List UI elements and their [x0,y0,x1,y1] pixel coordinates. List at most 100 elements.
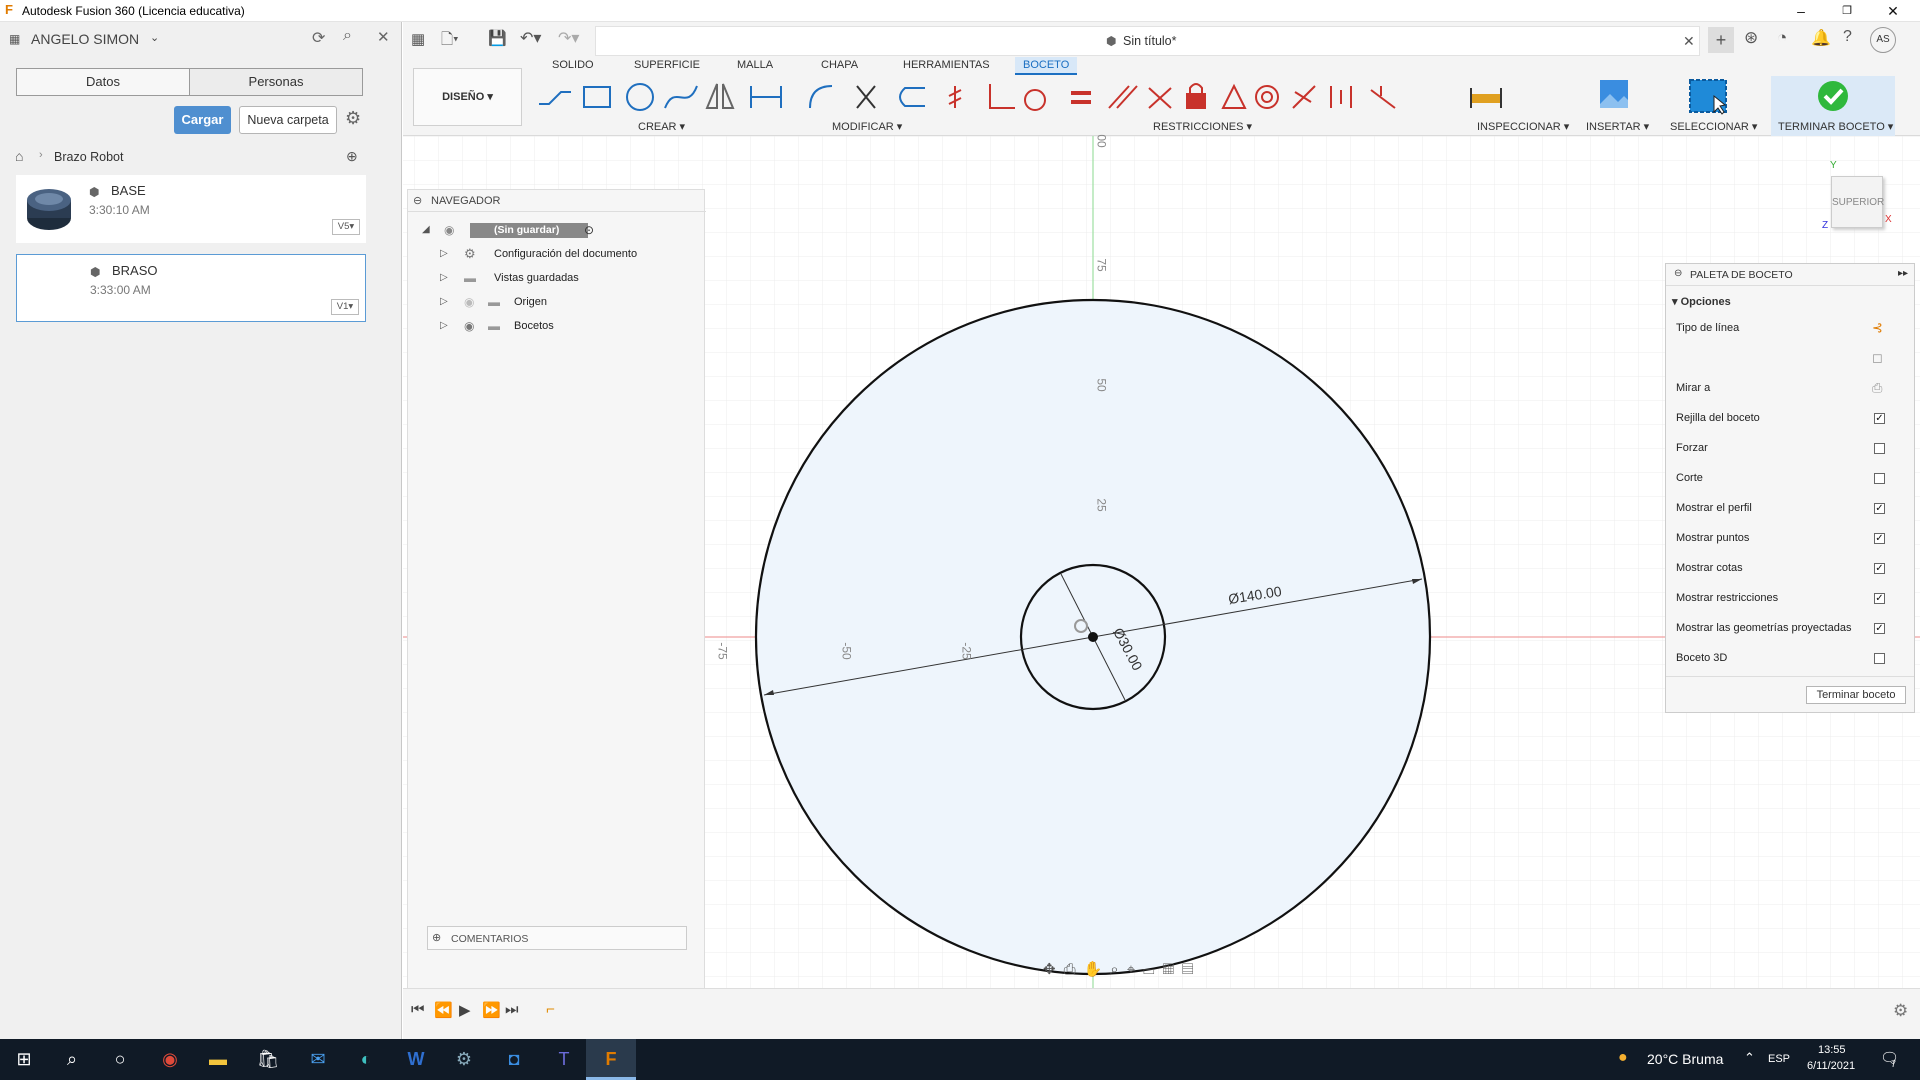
breadcrumb[interactable]: Brazo Robot [54,150,123,164]
avatar[interactable]: AS [1870,27,1896,53]
collapse-icon[interactable]: ⊖ [1674,268,1682,279]
chrome-icon[interactable]: ◉ [146,1039,194,1080]
comments-panel[interactable]: ⊕ COMENTARIOS [427,926,687,950]
palette-checkbox[interactable]: ✓ [1874,593,1885,604]
notification-center-icon[interactable]: 🗨 [1880,1049,1899,1067]
new-folder-button[interactable]: Nueva carpeta [239,106,337,134]
expand-palette-icon[interactable]: ▸▸ [1898,268,1908,279]
weather-text[interactable]: 20°C Bruma [1647,1051,1723,1067]
chevron-up-icon[interactable]: ⌃ [1744,1050,1755,1066]
job-status-icon[interactable]: ◔ [1777,28,1787,48]
navigator-root[interactable]: ◢ ◉ (Sin guardar) ⊙ [408,218,706,242]
fusion-taskbar-icon[interactable]: F [586,1039,636,1080]
eye-icon[interactable]: ◉ [464,314,474,338]
word-icon[interactable]: W [392,1039,440,1080]
notifications-icon[interactable]: 🔔 [1811,28,1831,48]
file-menu-icon[interactable]: 🗋▾ [441,29,459,54]
restore-button[interactable]: ❐ [1824,0,1870,22]
store-icon[interactable]: 🛍 [244,1039,292,1080]
navigator-item[interactable]: ▷ ▬ Vistas guardadas [408,266,706,290]
step-back-icon[interactable]: ⏪ [434,1001,453,1019]
viewports-icon[interactable]: ▤ [1182,961,1201,978]
expand-icon[interactable]: ▷ [440,242,448,266]
mail-icon[interactable]: ✉ [294,1039,342,1080]
palette-checkbox[interactable]: ✓ [1874,623,1885,634]
look-at-icon[interactable]: ⎙ [1872,380,1882,396]
timeline-settings-icon[interactable]: ⚙ [1893,1001,1908,1021]
tab-datos[interactable]: Datos [16,68,190,96]
fit-icon[interactable]: ⌖ [1127,961,1143,978]
zoom-app-icon[interactable]: ◘ [490,1039,538,1080]
options-section[interactable]: ▾ Opciones [1672,295,1731,308]
line-type-icon[interactable]: ⊰ [1872,320,1883,336]
group-terminar-boceto[interactable]: TERMINAR BOCETO ▾ [1778,120,1893,133]
extensions-icon[interactable]: ⊛ [1744,28,1758,48]
search-icon[interactable]: ⌕ [343,27,352,45]
select-icon[interactable] [1688,78,1730,116]
cortana-icon[interactable]: ○ [96,1039,144,1080]
navigator-item[interactable]: ▷ ◉ ▬ Origen [408,290,706,314]
measure-icon[interactable] [1468,80,1508,116]
search-icon[interactable]: ⌕ [48,1039,96,1080]
chevron-down-icon[interactable]: ⌄ [150,31,159,44]
user-name[interactable]: ANGELO SIMON [31,31,139,47]
palette-checkbox[interactable] [1874,473,1885,484]
group-seleccionar[interactable]: SELECCIONAR ▾ [1670,120,1757,133]
pan-icon[interactable]: ✋ [1084,961,1111,978]
close-tab-icon[interactable]: ✕ [1683,33,1695,50]
grid-apps-icon[interactable]: ▦ [9,32,20,46]
play-icon[interactable]: ▶ [459,1001,471,1019]
workspace-dropdown[interactable]: DISEÑO ▾ [413,68,522,126]
edge-icon[interactable]: ◐ [342,1039,390,1080]
palette-checkbox[interactable] [1874,443,1885,454]
eye-icon[interactable]: ◉ [444,218,454,242]
grid-icon[interactable]: ▦ [1163,961,1182,978]
tab-herramientas[interactable]: HERRAMIENTAS [903,59,990,71]
palette-checkbox[interactable]: ✓ [1874,533,1885,544]
clock-time[interactable]: 13:55 [1818,1044,1846,1056]
step-forward-icon[interactable]: ⏩ [482,1001,501,1019]
palette-checkbox[interactable]: ✓ [1874,563,1885,574]
tab-superficie[interactable]: SUPERFICIE [634,59,700,71]
group-inspeccionar[interactable]: INSPECCIONAR ▾ [1477,120,1569,133]
timeline-sketch-icon[interactable]: ⌐ [546,1001,555,1018]
refresh-icon[interactable]: ⟳ [312,28,325,48]
tab-chapa[interactable]: CHAPA [821,59,858,71]
close-panel-icon[interactable]: ✕ [377,28,390,46]
collapse-icon[interactable]: ⊖ [413,194,422,207]
data-panel-toggle-icon[interactable]: ▦ [411,30,425,48]
expand-icon[interactable]: ▷ [440,266,448,290]
look-at-icon[interactable]: ⎙ [1064,961,1084,978]
view-cube[interactable]: SUPERIOR [1831,176,1884,228]
finish-sketch-palette-button[interactable]: Terminar boceto [1806,686,1906,704]
go-to-end-icon[interactable]: ⏭ [505,1001,519,1018]
minimize-button[interactable]: – [1778,0,1824,22]
new-tab-button[interactable]: + [1708,27,1734,53]
file-explorer-icon[interactable]: ▬ [194,1039,242,1080]
undo-icon[interactable]: ↶▾ [520,28,541,48]
orbit-icon[interactable]: ✥ [1043,961,1064,978]
version-badge[interactable]: V5▾ [332,219,360,235]
zoom-icon[interactable]: ⌕ [1110,961,1126,978]
language-indicator[interactable]: ESP [1768,1053,1790,1065]
go-to-start-icon[interactable]: ⏮ [411,1001,425,1018]
navigator-item[interactable]: ▷ ⚙ Configuración del documento [408,242,706,266]
palette-checkbox[interactable]: ✓ [1874,413,1885,424]
hidden-eye-icon[interactable]: ◉ [464,290,474,314]
tab-boceto[interactable]: BOCETO [1015,57,1078,75]
tab-personas[interactable]: Personas [189,68,363,96]
slice-icon[interactable]: ◻ [1872,350,1883,366]
gear-icon[interactable]: ⚙ [345,108,361,129]
tab-solido[interactable]: SOLIDO [552,59,594,71]
redo-icon[interactable]: ↷▾ [558,28,579,48]
expand-icon[interactable]: ▷ [440,290,448,314]
upload-button[interactable]: Cargar [174,106,231,134]
steam-icon[interactable]: ⚙ [440,1039,488,1080]
home-icon[interactable]: ⌂ [15,148,23,164]
version-badge[interactable]: V1▾ [331,299,359,315]
expand-comments-icon[interactable]: ⊕ [432,931,441,944]
navigator-item[interactable]: ▷ ◉ ▬ Bocetos [408,314,706,338]
group-insertar[interactable]: INSERTAR ▾ [1586,120,1649,133]
navigator-header[interactable]: ⊖ NAVEGADOR [408,190,706,212]
save-icon[interactable]: 💾 [488,29,507,47]
